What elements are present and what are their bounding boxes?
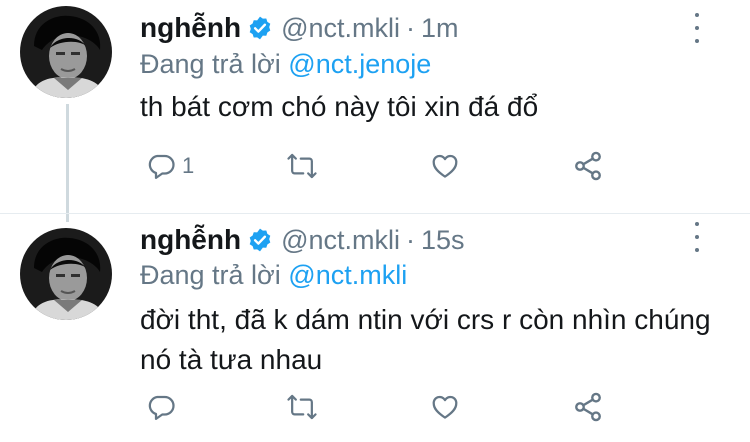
mention-link[interactable]: @nct.jenoje — [288, 49, 431, 79]
tweet-text: đời tht, đã k dám ntin với crs r còn nhì… — [140, 304, 711, 375]
like-icon — [432, 154, 458, 178]
verified-badge-icon — [247, 15, 273, 41]
like-icon — [432, 395, 458, 419]
more-options-icon[interactable] — [690, 13, 704, 43]
like-button[interactable] — [430, 389, 466, 425]
more-options-icon[interactable] — [690, 222, 704, 252]
tweet-header: nghễnh @nct.mkli · 1m — [140, 12, 459, 44]
replying-prefix: Đang trả lời — [140, 49, 281, 79]
tweet-actions — [140, 389, 620, 425]
mention-link[interactable]: @nct.mkli — [288, 260, 407, 290]
handle[interactable]: @nct.mkli — [281, 225, 400, 256]
time-separator: · — [406, 12, 416, 43]
reply-count: 1 — [182, 153, 195, 178]
share-icon — [575, 392, 601, 422]
handle[interactable]: @nct.mkli — [281, 13, 400, 44]
tweet-actions: 1 — [140, 148, 620, 184]
like-button[interactable] — [430, 148, 466, 184]
display-name[interactable]: nghễnh — [140, 12, 241, 44]
replying-to: Đang trả lời @nct.jenoje — [140, 49, 431, 80]
share-button[interactable] — [572, 148, 604, 184]
verified-badge-icon — [247, 227, 273, 253]
time-separator: · — [406, 224, 416, 255]
retweet-button[interactable] — [286, 148, 324, 184]
replying-to: Đang trả lời @nct.mkli — [140, 260, 407, 291]
reply-icon — [148, 154, 175, 179]
thread-connector-line — [66, 104, 69, 222]
retweet-icon — [287, 153, 317, 179]
timestamp[interactable]: 1m — [421, 13, 459, 44]
tweet-text: th bát cơm chó này tôi xin đá đổ — [140, 91, 539, 122]
retweet-icon — [287, 394, 317, 420]
timestamp[interactable]: 15s — [421, 225, 465, 256]
tweet[interactable]: nghễnh @nct.mkli · 1m Đang trả lời @nct.… — [0, 0, 750, 222]
reply-icon — [148, 395, 175, 420]
share-button[interactable] — [572, 389, 604, 425]
reply-button[interactable] — [146, 389, 182, 425]
retweet-button[interactable] — [286, 389, 324, 425]
display-name[interactable]: nghễnh — [140, 224, 241, 256]
avatar[interactable] — [20, 6, 112, 98]
tweet[interactable]: nghễnh @nct.mkli · 15s Đang trả lời @nct… — [0, 213, 750, 442]
replying-prefix: Đang trả lời — [140, 260, 281, 290]
tweet-header: nghễnh @nct.mkli · 15s — [140, 224, 465, 256]
avatar[interactable] — [20, 228, 112, 320]
share-icon — [575, 151, 601, 181]
reply-button[interactable]: 1 — [146, 148, 194, 184]
